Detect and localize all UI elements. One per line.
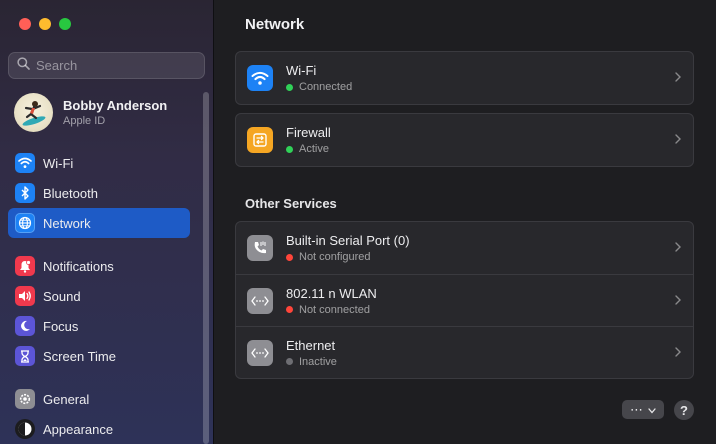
wifi-icon [247,65,273,91]
service-title: Ethernet [286,337,336,353]
chevron-right-icon [675,292,681,310]
service-status: Not configured [286,251,410,263]
search-icon [17,56,30,75]
sidebar-item-label: Appearance [43,421,114,437]
search-field[interactable] [8,52,205,79]
sidebar-item-label: Notifications [43,258,114,274]
service-status-label: Connected [299,81,353,93]
sidebar-item-label: Focus [43,318,79,334]
status-dot-gray [286,358,293,365]
service-status-label: Not connected [299,303,370,316]
moon-icon [15,316,35,336]
service-status-label: Inactive [299,355,337,368]
search-input[interactable] [36,58,196,73]
sidebar-item-appearance[interactable]: Appearance [8,414,190,444]
primary-services-card: Wi-Fi Connected [235,51,694,105]
sidebar-item-label: Screen Time [43,348,116,364]
service-title: Wi-Fi [286,63,317,78]
avatar [14,93,53,132]
sidebar-item-network[interactable]: Network [8,208,190,238]
service-title: 802.11 n WLAN [286,285,377,301]
more-actions-button[interactable]: ⋯ [622,400,664,419]
status-dot-red [286,306,293,313]
hourglass-icon [15,346,35,366]
chevron-right-icon [675,344,681,362]
sidebar-group-connectivity: Wi-Fi Bluetooth Network [8,148,190,238]
service-row-ethernet[interactable]: Ethernet Inactive [236,326,693,378]
sidebar-item-label: General [43,391,90,407]
sidebar-item-bluetooth[interactable]: Bluetooth [8,178,190,208]
sidebar-item-focus[interactable]: Focus [8,311,190,341]
chevron-right-icon [675,131,681,149]
service-title: Firewall [286,125,331,140]
ellipsis-icon: ⋯ [630,402,644,417]
page-title: Network [245,16,305,33]
sidebar-item-wifi[interactable]: Wi-Fi [8,148,190,178]
service-status: Inactive [286,356,337,368]
chevron-down-icon [648,401,656,419]
gear-icon [15,389,35,409]
help-button[interactable]: ? [674,400,694,420]
firewall-card: Firewall Active [235,113,694,167]
service-row-wlan[interactable]: 802.11 n WLAN Not connected [236,274,693,326]
close-button[interactable] [19,18,31,30]
sidebar-group-notifications: Notifications Sound Focus Screen Time [8,251,190,371]
sidebar-group-system: General Appearance [8,384,190,444]
service-row-serial-port[interactable]: Built-in Serial Port (0) Not configured [236,222,693,274]
chevron-right-icon [675,239,681,257]
sidebar-item-sound[interactable]: Sound [8,281,190,311]
surfer-avatar-icon [22,100,45,126]
section-title-other-services: Other Services [245,196,337,211]
bell-icon [15,256,35,276]
network-interface-icon [247,287,273,314]
service-status: Active [286,143,331,155]
account-name: Bobby Anderson [63,98,168,113]
speaker-icon [15,286,35,306]
service-status: Not connected [286,304,377,316]
service-row-wifi[interactable]: Wi-Fi Connected [236,52,693,104]
sidebar-item-notifications[interactable]: Notifications [8,251,190,281]
sidebar-item-label: Wi-Fi [43,155,74,171]
sidebar-item-label: Bluetooth [43,185,98,201]
minimize-button[interactable] [39,18,51,30]
service-status: Connected [286,81,352,93]
phone-icon [247,235,273,261]
sidebar-item-label: Sound [43,288,81,304]
status-dot-red [286,253,293,261]
status-dot-green [286,145,293,153]
sidebar-item-label: Network [43,215,91,231]
main-pane: Network Wi-Fi Connected Firewall Active … [215,0,716,444]
service-status-label: Active [299,143,329,155]
zoom-button[interactable] [59,18,71,30]
service-row-firewall[interactable]: Firewall Active [236,114,693,166]
wifi-icon [15,153,35,173]
sidebar-item-screen-time[interactable]: Screen Time [8,341,190,371]
service-title: Built-in Serial Port (0) [286,233,410,248]
other-services-card: Built-in Serial Port (0) Not configured … [235,221,694,379]
bluetooth-icon [15,183,35,203]
window-controls [19,18,71,30]
status-dot-green [286,83,293,91]
apple-id-account[interactable]: Bobby Anderson Apple ID [14,93,167,132]
sidebar-item-general[interactable]: General [8,384,190,414]
sidebar-scrollbar[interactable] [203,92,209,444]
firewall-icon [247,127,273,153]
network-interface-icon [247,339,273,366]
account-subtitle: Apple ID [63,115,106,127]
service-status-label: Not configured [299,251,371,263]
globe-icon [15,213,35,233]
sidebar: Bobby Anderson Apple ID Wi-Fi Bluetooth … [0,0,214,444]
chevron-right-icon [675,69,681,87]
appearance-icon [15,419,35,439]
